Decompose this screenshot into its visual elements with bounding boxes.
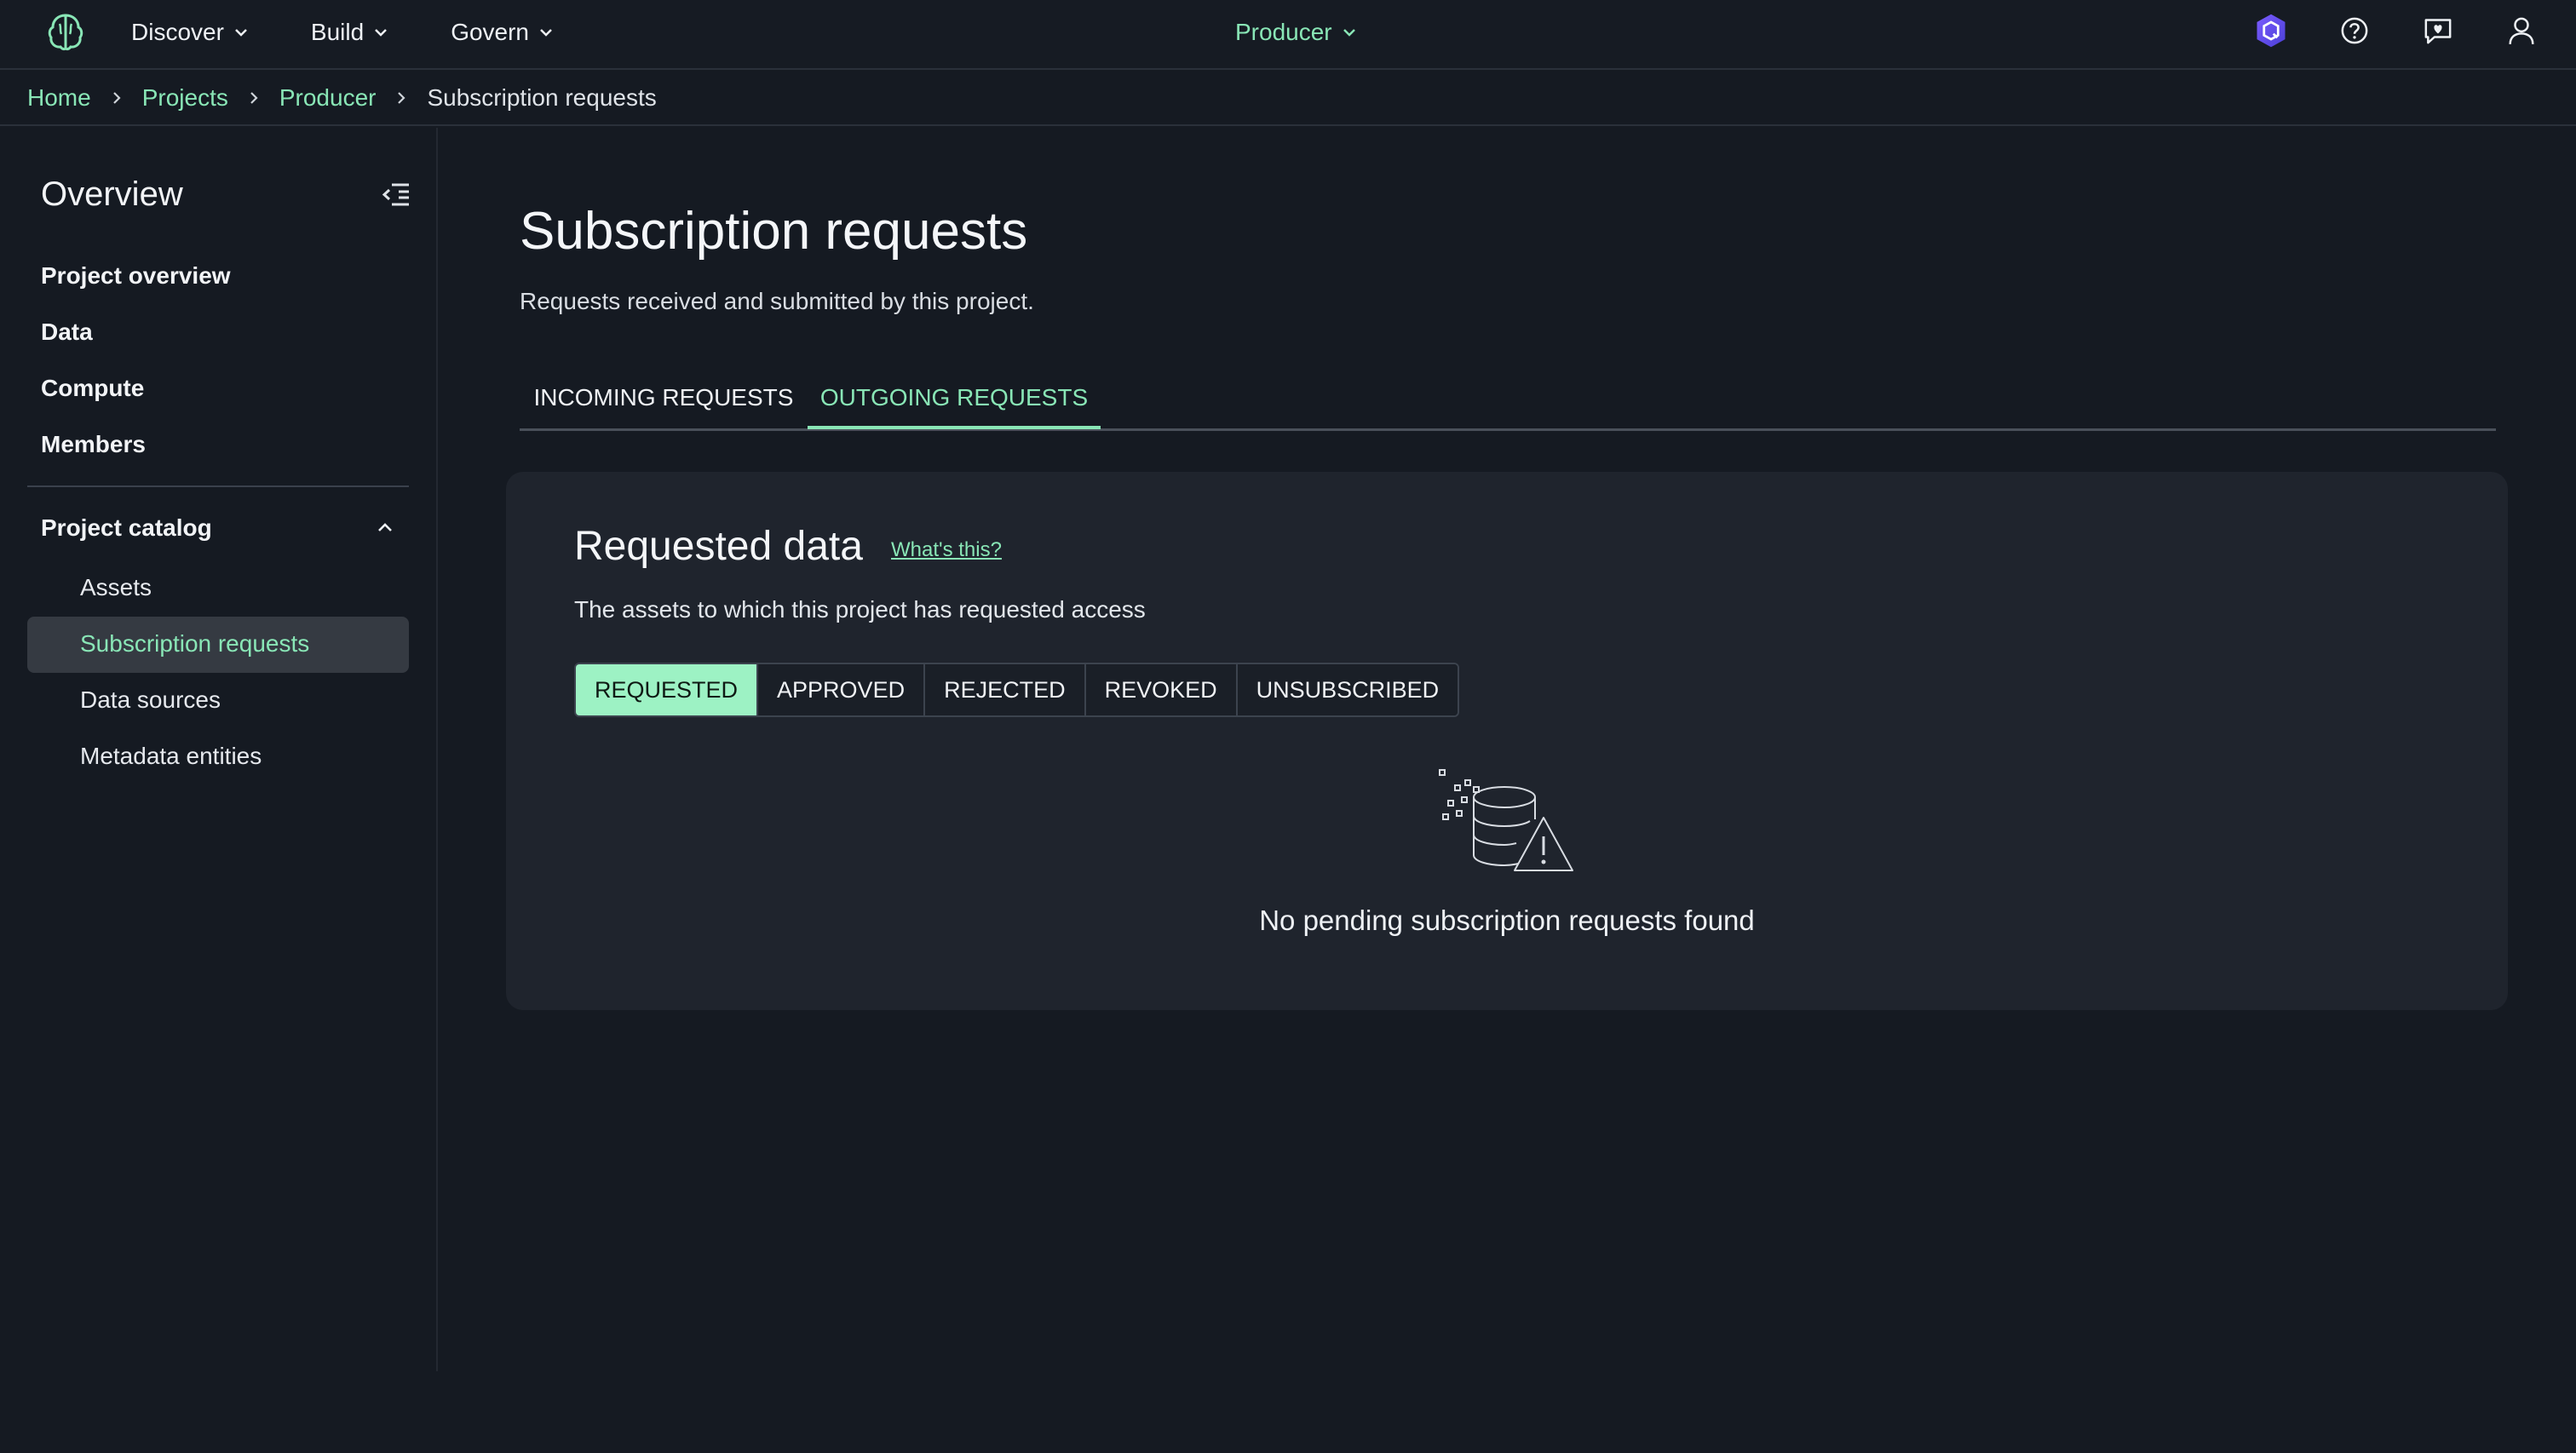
panel-title: Requested data [574, 524, 863, 569]
filter-approved-button[interactable]: APPROVED [758, 664, 926, 715]
top-navigation: Discover Build Govern Producer [0, 0, 2576, 70]
chevron-right-icon [91, 90, 142, 106]
amazon-q-icon[interactable] [2251, 10, 2291, 51]
sidebar-item-compute[interactable]: Compute [41, 375, 144, 402]
nav-govern-menu[interactable]: Govern [451, 19, 555, 46]
sidebar-item-members[interactable]: Members [41, 431, 146, 458]
chevron-right-icon [376, 90, 427, 106]
requested-data-panel: Requested data What's this? The assets t… [506, 472, 2508, 1010]
active-tab-indicator [808, 426, 1101, 429]
chevron-down-icon [540, 29, 552, 37]
feedback-icon[interactable] [2418, 10, 2458, 51]
tab-outgoing-requests[interactable]: OUTGOING REQUESTS [808, 365, 1101, 431]
nav-build-menu[interactable]: Build [311, 19, 389, 46]
user-icon[interactable] [2501, 10, 2542, 51]
chevron-down-icon [235, 29, 247, 37]
sidebar-title: Overview [41, 175, 183, 213]
project-catalog-toggle[interactable]: Project catalog [41, 514, 395, 542]
breadcrumb-current: Subscription requests [427, 84, 657, 111]
page-description: Requests received and submitted by this … [520, 288, 1034, 314]
breadcrumb-home[interactable]: Home [27, 84, 91, 112]
project-switcher[interactable]: Producer [1235, 0, 1358, 65]
chevron-up-icon [378, 523, 392, 531]
sidebar-item-data[interactable]: Data [41, 319, 93, 346]
filter-unsubscribed-button[interactable]: UNSUBSCRIBED [1237, 664, 1458, 715]
collapse-sidebar-icon[interactable] [378, 177, 412, 211]
filter-revoked-button[interactable]: REVOKED [1085, 664, 1238, 715]
app-logo-icon[interactable] [43, 9, 89, 55]
nav-govern-label: Govern [451, 19, 530, 45]
project-catalog-label: Project catalog [41, 514, 212, 541]
empty-database-warning-icon [1436, 767, 1581, 877]
sidebar-divider [27, 485, 409, 487]
sidebar-item-subscription-requests[interactable]: Subscription requests [80, 630, 309, 658]
nav-build-label: Build [310, 19, 365, 45]
breadcrumb-producer[interactable]: Producer [279, 84, 377, 112]
whats-this-link[interactable]: What's this? [891, 538, 1002, 562]
sidebar-item-project-overview[interactable]: Project overview [41, 262, 231, 290]
filter-rejected-button[interactable]: REJECTED [925, 664, 1086, 715]
chevron-right-icon [228, 90, 279, 106]
nav-discover-label: Discover [131, 19, 224, 45]
request-tabs: INCOMING REQUESTS OUTGOING REQUESTS [520, 365, 2496, 431]
sidebar-item-metadata-entities[interactable]: Metadata entities [80, 743, 262, 770]
nav-discover-menu[interactable]: Discover [131, 19, 250, 46]
sidebar-item-data-sources[interactable]: Data sources [80, 686, 221, 714]
project-name: Producer [1235, 19, 1332, 45]
sidebar: Overview Project overview Data Compute M… [0, 128, 438, 1371]
empty-state-message: No pending subscription requests found [1259, 905, 1755, 936]
tab-incoming-requests[interactable]: INCOMING REQUESTS [520, 365, 808, 431]
help-icon[interactable] [2334, 10, 2375, 51]
filter-requested-button[interactable]: REQUESTED [576, 664, 759, 715]
breadcrumb-projects[interactable]: Projects [142, 84, 228, 112]
breadcrumb: Home Projects Producer Subscription requ… [0, 72, 2576, 126]
page-title: Subscription requests [520, 202, 1028, 261]
panel-description: The assets to which this project has req… [574, 596, 1146, 623]
sidebar-item-assets[interactable]: Assets [80, 574, 152, 601]
chevron-down-icon [1343, 29, 1355, 37]
status-filter-group: REQUESTED APPROVED REJECTED REVOKED UNSU… [574, 663, 1460, 717]
chevron-down-icon [375, 29, 388, 37]
